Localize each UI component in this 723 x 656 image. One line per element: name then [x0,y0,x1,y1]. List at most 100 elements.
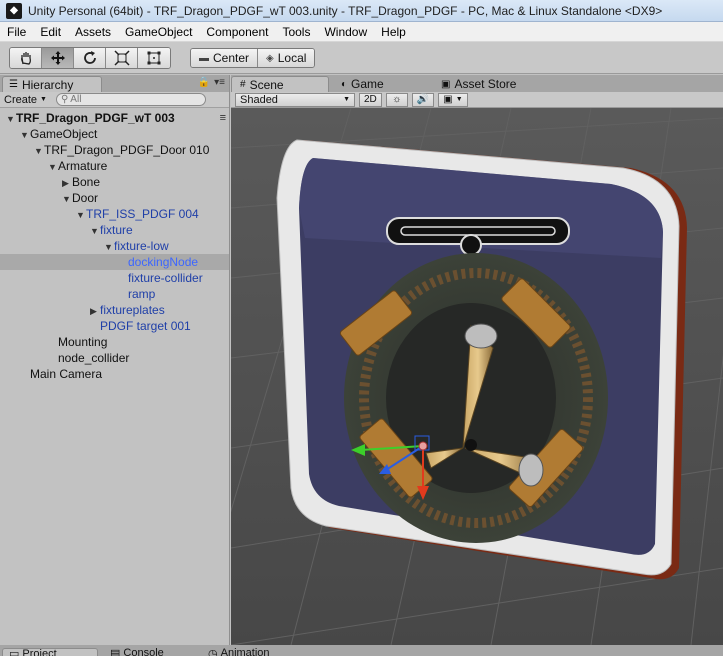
tab-game[interactable]: ◐ Game [333,76,384,92]
hierarchy-item[interactable]: ▼fixture [0,222,229,238]
hierarchy-item[interactable]: Mounting [0,334,229,350]
hierarchy-item-label: TRF_Dragon_PDGF_wT 003 [16,111,175,125]
hierarchy-item[interactable]: node_collider [0,350,229,366]
tab-console[interactable]: ▤ Console [104,648,194,656]
rect-tool-button[interactable] [138,48,170,68]
scene-tab-strip: # Scene ◐ Game ▣ Asset Store [231,75,723,92]
hierarchy-item[interactable]: ramp [0,286,229,302]
hierarchy-item-label: GameObject [30,127,98,141]
tab-game-label: Game [351,77,384,91]
tab-animation-label: Animation [220,648,270,656]
hierarchy-item[interactable]: ▼fixture-low [0,238,229,254]
window-title-bar[interactable]: ◆ Unity Personal (64bit) - TRF_Dragon_PD… [0,0,723,22]
menu-edit[interactable]: Edit [33,25,68,39]
hierarchy-item[interactable]: ▶ Bone [0,174,229,190]
hierarchy-item-label: TRF_ISS_PDGF 004 [86,207,199,221]
expand-arrow-icon[interactable]: ▼ [104,239,114,255]
image-icon: ▣ [443,94,453,105]
transform-tools [9,47,171,69]
hierarchy-item[interactable]: Main Camera [0,366,229,382]
local-cube-icon: ◈ [266,52,274,64]
hierarchy-item[interactable]: ▼Armature [0,158,229,174]
tab-project[interactable]: ▭ Project [2,648,98,656]
folder-icon: ▭ [9,648,20,656]
scene-viewport[interactable] [231,108,723,645]
hierarchy-item-label: Mounting [58,335,108,349]
hand-tool-button[interactable] [10,48,42,68]
scale-tool-button[interactable] [106,48,138,68]
hierarchy-item-label: fixture-collider [128,271,203,285]
search-placeholder: All [70,94,82,105]
expand-arrow-icon[interactable]: ▼ [34,143,44,159]
hierarchy-search-input[interactable]: ⚲ All [55,93,206,106]
pivot-local-button[interactable]: ◈ Local [258,49,315,67]
console-icon: ▤ [110,648,121,656]
move-icon [50,51,65,65]
menu-gameobject[interactable]: GameObject [118,25,199,39]
collapse-arrow-icon[interactable]: ▶ [62,175,72,191]
hierarchy-item[interactable]: ▼TRF_Dragon_PDGF_wT 003 ≡ [0,110,229,126]
menu-assets[interactable]: Assets [68,25,118,39]
scene-menu-icon[interactable]: ≡ [220,110,226,126]
hierarchy-item[interactable]: PDGF target 001 [0,318,229,334]
pivot-controls: ▬ Center ◈ Local [190,48,316,68]
hierarchy-item[interactable]: ▼TRF_ISS_PDGF 004 [0,206,229,222]
menu-component[interactable]: Component [199,25,275,39]
tab-scene[interactable]: # Scene [231,76,329,92]
tab-console-label: Console [123,648,164,656]
expand-arrow-icon[interactable]: ▼ [6,111,16,127]
shading-mode-label: Shaded [240,93,278,106]
hierarchy-item[interactable]: ▼GameObject [0,126,229,142]
hierarchy-toolbar: Create ▼ ⚲ All [0,92,229,108]
hierarchy-item[interactable]: ▶ fixtureplates [0,302,229,318]
animation-icon: ◷ [208,648,218,656]
tab-asset-store-label: Asset Store [454,77,517,91]
scene-grid-icon: # [240,79,246,90]
hierarchy-item[interactable]: dockingNode [0,254,229,270]
menu-window[interactable]: Window [317,25,374,39]
speaker-icon: 🔊 [416,94,430,105]
effects-dropdown[interactable]: ▣ ▼ [438,92,468,107]
hierarchy-item-label: TRF_Dragon_PDGF_Door 010 [44,143,210,157]
expand-arrow-icon[interactable]: ▼ [20,127,30,143]
expand-arrow-icon[interactable]: ▼ [76,207,86,223]
tab-animation[interactable]: ◷ Animation [202,648,302,656]
panel-menu-icon[interactable]: ▾≡ [214,77,225,88]
expand-arrow-icon[interactable]: ▼ [48,159,58,175]
create-dropdown[interactable]: Create ▼ [4,94,47,106]
menu-help[interactable]: Help [374,25,413,39]
hierarchy-item-label: node_collider [58,351,130,365]
expand-arrow-icon[interactable]: ▼ [62,191,72,207]
hierarchy-item[interactable]: ▼TRF_Dragon_PDGF_Door 010 [0,142,229,158]
rotate-tool-button[interactable] [74,48,106,68]
sun-icon: ☼ [392,94,402,105]
audio-toggle[interactable]: 🔊 [411,92,435,107]
lighting-toggle[interactable]: ☼ [385,92,408,107]
hierarchy-item[interactable]: ▼Door [0,190,229,206]
hierarchy-item-label: Door [72,191,99,205]
collapse-arrow-icon[interactable]: ▶ [90,303,100,319]
shading-mode-dropdown[interactable]: Shaded ▼ [235,92,355,107]
asset-store-icon: ▣ [441,78,451,90]
search-icon: ⚲ [60,94,69,105]
toggle-2d-button[interactable]: 2D [359,92,382,107]
pivot-center-icon: ▬ [199,52,209,64]
move-tool-button[interactable] [42,48,74,68]
expand-arrow-icon[interactable]: ▼ [90,223,100,239]
pivot-center-button[interactable]: ▬ Center [191,49,259,67]
scale-icon [113,50,130,66]
menu-tools[interactable]: Tools [275,25,317,39]
menu-file[interactable]: File [0,25,33,39]
scene-3d-view[interactable] [231,108,723,645]
pivot-local-label: Local [277,51,307,65]
caret-down-icon: ▼ [40,96,47,103]
hierarchy-panel: ☰ Hierarchy 🔒 ▾≡ Create ▼ ⚲ All ▼TRF_Dra… [0,75,230,645]
rect-transform-icon [147,51,161,65]
lock-icon[interactable]: 🔒 [198,77,210,88]
caret-down-icon: ▼ [455,96,463,103]
scene-panel: # Scene ◐ Game ▣ Asset Store Shaded ▼ 2D… [231,75,723,645]
hierarchy-item[interactable]: fixture-collider [0,270,229,286]
tab-hierarchy[interactable]: ☰ Hierarchy [2,76,102,92]
unity-logo-icon: ◆ [6,2,22,19]
tab-asset-store[interactable]: ▣ Asset Store [433,76,516,92]
